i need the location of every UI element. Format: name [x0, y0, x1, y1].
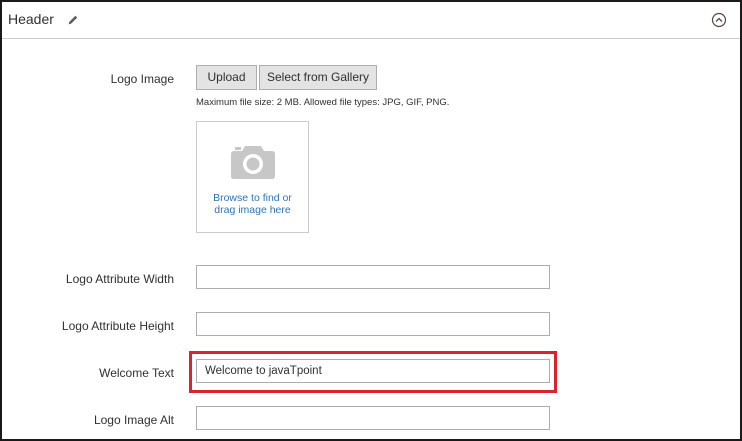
welcome-text-input[interactable]	[196, 359, 550, 383]
dropzone-hint: Browse to find or drag image here	[197, 192, 308, 216]
collapse-chevron-icon[interactable]	[711, 12, 727, 28]
logo-alt-label: Logo Image Alt	[93, 413, 174, 427]
dropzone-hint-line1: Browse to find or	[213, 192, 292, 204]
welcome-text-label: Welcome Text	[99, 366, 174, 380]
dropzone-hint-line2: drag image here	[214, 204, 291, 216]
file-size-note: Maximum file size: 2 MB. Allowed file ty…	[196, 97, 450, 108]
image-dropzone[interactable]: Browse to find or drag image here	[196, 121, 309, 233]
section-header[interactable]: Header	[2, 2, 740, 39]
logo-width-input[interactable]	[196, 265, 550, 289]
section-title: Header	[8, 11, 54, 27]
pencil-icon[interactable]	[67, 13, 79, 25]
logo-alt-input[interactable]	[196, 406, 550, 430]
upload-button[interactable]: Upload	[196, 65, 257, 90]
select-from-gallery-button[interactable]: Select from Gallery	[259, 65, 377, 90]
config-panel: Header Logo Image Upload Select from Gal…	[0, 0, 742, 441]
logo-height-label: Logo Attribute Height	[61, 319, 174, 333]
logo-height-input[interactable]	[196, 312, 550, 336]
camera-icon	[230, 142, 276, 180]
logo-width-label: Logo Attribute Width	[65, 272, 174, 286]
logo-image-label: Logo Image	[110, 72, 174, 86]
